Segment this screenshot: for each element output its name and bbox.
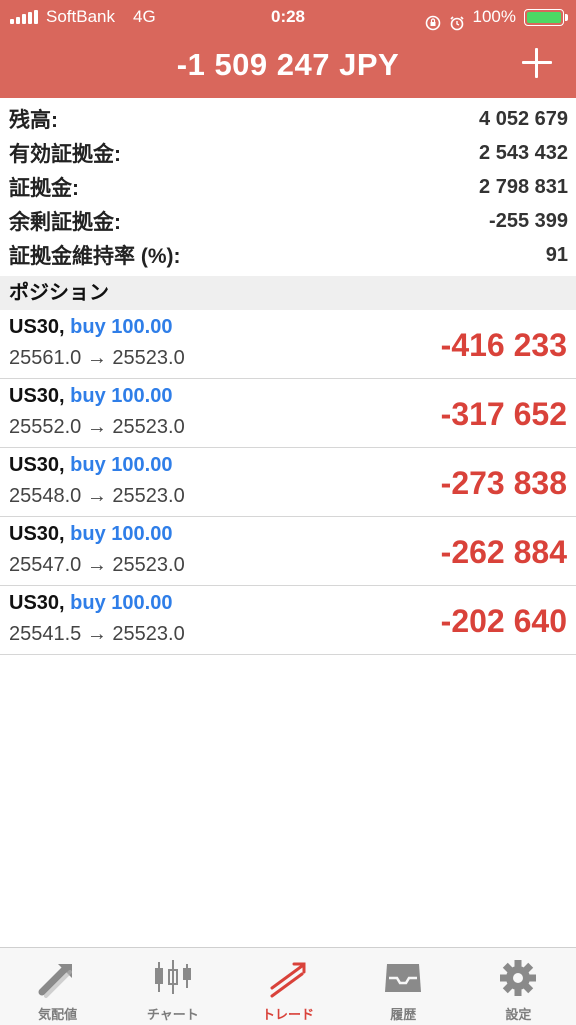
summary-row-balance: 残高: 4 052 679 (0, 102, 576, 136)
position-profit: -317 652 (440, 396, 567, 432)
summary-value: 2 543 432 (479, 141, 568, 164)
summary-label: 証拠金維持率 (%): (9, 245, 181, 268)
position-prices: 25561.0 → 25523.0 (9, 347, 185, 369)
battery-percent: 100% (472, 7, 516, 26)
candlestick-chart-icon (154, 960, 191, 994)
position-symbol: US30, (9, 385, 65, 407)
tab-trade[interactable]: トレード (230, 948, 345, 1025)
position-title: US30, buy 100.00 (9, 385, 172, 408)
summary-label: 証拠金: (9, 177, 79, 200)
position-profit: -262 884 (440, 534, 567, 570)
quotes-arrows-icon (38, 964, 72, 998)
account-summary: 残高: 4 052 679 有効証拠金: 2 543 432 証拠金: 2 79… (0, 102, 576, 272)
position-prices: 25541.5 → 25523.0 (9, 623, 185, 645)
position-side: buy 100.00 (70, 454, 173, 476)
position-symbol: US30, (9, 592, 65, 614)
tab-quotes[interactable]: 気配値 (0, 948, 115, 1025)
summary-value: 4 052 679 (479, 107, 568, 130)
account-profit-title: -1 509 247 JPY (176, 47, 400, 82)
summary-value: 91 (545, 243, 568, 266)
orientation-lock-icon (425, 9, 441, 31)
history-tray-icon (385, 964, 422, 992)
summary-label: 余剰証拠金: (9, 211, 121, 234)
position-profit: -202 640 (440, 603, 567, 639)
tab-history[interactable]: 履歴 (346, 948, 461, 1025)
tab-label: チャート (146, 1007, 199, 1022)
status-bar: SoftBank 4G 0:28 100% (0, 0, 576, 34)
position-prices: 25552.0 → 25523.0 (9, 416, 185, 438)
summary-row-margin-level: 証拠金維持率 (%): 91 (0, 238, 576, 272)
tab-label: トレード (262, 1007, 315, 1022)
summary-value: -255 399 (489, 209, 568, 232)
tab-settings[interactable]: 設定 (461, 948, 576, 1025)
position-profit: -416 233 (440, 327, 567, 363)
position-title: US30, buy 100.00 (9, 454, 172, 477)
tab-chart[interactable]: チャート (115, 948, 230, 1025)
plus-icon[interactable] (522, 48, 552, 78)
bottom-tab-bar: 気配値 チャート トレード 履歴 設定 (0, 947, 576, 1025)
app-header: SoftBank 4G 0:28 100% -1 509 247 JPY (0, 0, 576, 98)
position-symbol: US30, (9, 316, 65, 338)
positions-list: US30, buy 100.00 25561.0 → 25523.0 -416 … (0, 310, 576, 655)
tab-label: 履歴 (390, 1007, 417, 1022)
position-row[interactable]: US30, buy 100.00 25552.0 → 25523.0 -317 … (0, 379, 576, 448)
position-row[interactable]: US30, buy 100.00 25561.0 → 25523.0 -416 … (0, 310, 576, 379)
tab-label: 気配値 (38, 1007, 78, 1022)
position-row[interactable]: US30, buy 100.00 25548.0 → 25523.0 -273 … (0, 448, 576, 517)
battery-icon (524, 8, 568, 26)
summary-row-free-margin: 余剰証拠金: -255 399 (0, 204, 576, 238)
position-symbol: US30, (9, 523, 65, 545)
position-side: buy 100.00 (70, 592, 173, 614)
status-right: 100% (425, 0, 568, 34)
position-symbol: US30, (9, 454, 65, 476)
summary-label: 有効証拠金: (9, 143, 121, 166)
position-row[interactable]: US30, buy 100.00 25541.5 → 25523.0 -202 … (0, 586, 576, 655)
position-side: buy 100.00 (70, 316, 173, 338)
position-side: buy 100.00 (70, 385, 173, 407)
position-title: US30, buy 100.00 (9, 316, 172, 339)
tab-label: 設定 (505, 1007, 532, 1022)
summary-row-margin: 証拠金: 2 798 831 (0, 170, 576, 204)
position-prices: 25547.0 → 25523.0 (9, 554, 185, 576)
positions-section-header: ポジション (0, 276, 576, 310)
position-title: US30, buy 100.00 (9, 523, 172, 546)
gear-icon (500, 960, 537, 996)
position-prices: 25548.0 → 25523.0 (9, 485, 185, 507)
position-side: buy 100.00 (70, 523, 173, 545)
position-title: US30, buy 100.00 (9, 592, 172, 615)
summary-label: 残高: (9, 109, 58, 132)
summary-value: 2 798 831 (479, 175, 568, 198)
trade-lines-icon (270, 962, 306, 998)
position-profit: -273 838 (440, 465, 567, 501)
position-row[interactable]: US30, buy 100.00 25547.0 → 25523.0 -262 … (0, 517, 576, 586)
alarm-icon (449, 9, 465, 31)
summary-row-equity: 有効証拠金: 2 543 432 (0, 136, 576, 170)
